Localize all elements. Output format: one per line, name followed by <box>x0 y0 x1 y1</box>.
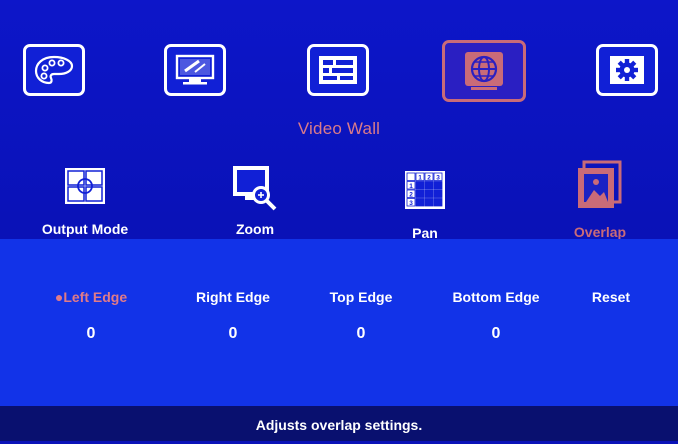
left-edge-setting[interactable]: ●Left Edge 0 <box>36 289 146 343</box>
pan-grid-cell <box>406 172 416 181</box>
param-label: Reset <box>591 289 631 305</box>
pan-grid-cell <box>433 181 443 190</box>
pan-grid-cell <box>433 189 443 198</box>
pan-grid-cell <box>433 198 443 207</box>
pan-grid-number: 3 <box>409 200 413 207</box>
palette-icon <box>34 55 74 85</box>
pan-grid-number: 2 <box>427 175 431 182</box>
osd-screen: Video Wall Output Mode Zoom 123123 Pan O… <box>0 0 678 441</box>
pan-grid-cell <box>415 181 425 190</box>
reset-button[interactable]: Reset <box>576 289 646 305</box>
pan-grid-number: 2 <box>409 192 413 199</box>
submenu-overlap[interactable]: Overlap <box>560 158 640 240</box>
menu-title: Video Wall <box>297 119 381 138</box>
submenu-output-mode[interactable]: Output Mode <box>20 165 150 237</box>
overlap-settings-panel: ●Left Edge 0 Right Edge 0 Top Edge 0 Bot… <box>0 239 678 406</box>
pan-grid-cell <box>415 198 425 207</box>
submenu-zoom[interactable]: Zoom <box>215 162 295 237</box>
top-edge-setting[interactable]: Top Edge 0 <box>306 289 416 343</box>
submenu-label: Output Mode <box>41 221 129 237</box>
input-source-icon <box>319 56 357 84</box>
overlap-icon <box>578 160 622 208</box>
param-label: Top Edge <box>329 289 393 305</box>
param-value: 0 <box>491 325 501 342</box>
top-menu-item-video-wall[interactable] <box>442 40 526 102</box>
param-label: Right Edge <box>196 289 270 305</box>
pan-grid-cell <box>424 198 434 207</box>
param-label: ●Left Edge <box>54 289 128 305</box>
right-edge-setting[interactable]: Right Edge 0 <box>178 289 288 343</box>
status-bar: Adjusts overlap settings. <box>0 406 678 441</box>
pan-grid-number: 1 <box>418 175 422 182</box>
param-label: Bottom Edge <box>452 289 540 305</box>
pan-grid-number: 3 <box>436 175 440 182</box>
monitor-edit-icon <box>175 54 215 85</box>
gear-icon <box>610 56 644 84</box>
submenu-label: Zoom <box>235 221 275 237</box>
submenu-label: Overlap <box>573 224 627 240</box>
pan-grid-cell <box>424 181 434 190</box>
pan-grid-cell <box>415 189 425 198</box>
top-menu-item-settings[interactable] <box>596 44 658 96</box>
submenu-pan[interactable]: 123123 Pan <box>385 168 465 241</box>
pan-grid-icon: 1 2 3123 <box>405 171 445 209</box>
pan-grid-number: 1 <box>409 183 413 190</box>
pan-grid-cell <box>424 189 434 198</box>
globe-icon <box>465 52 503 90</box>
zoom-icon <box>233 166 277 211</box>
param-value: 0 <box>86 325 96 342</box>
bottom-edge-setting[interactable]: Bottom Edge 0 <box>433 289 559 343</box>
top-menu-item-input[interactable] <box>307 44 369 96</box>
top-menu-item-picture[interactable] <box>23 44 85 96</box>
param-value: 0 <box>356 325 366 342</box>
param-value: 0 <box>228 325 238 342</box>
output-mode-icon <box>65 168 105 204</box>
top-menu-item-display[interactable] <box>164 44 226 96</box>
